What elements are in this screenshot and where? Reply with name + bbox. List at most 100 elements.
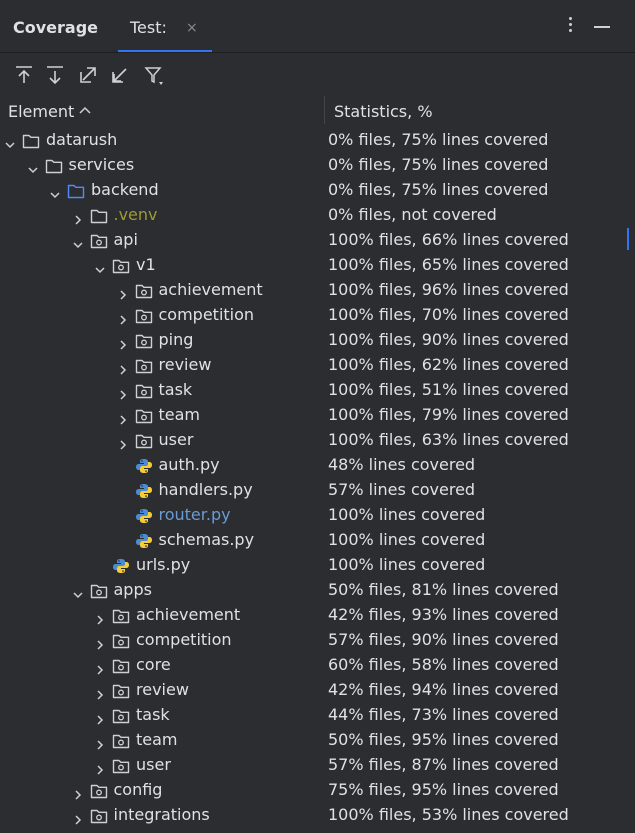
chevron-right-icon[interactable] (94, 708, 106, 725)
row-name: core (136, 655, 171, 674)
chevron-right-icon[interactable] (117, 283, 129, 300)
scrollbar-marker[interactable] (627, 228, 629, 250)
chevron-right-icon[interactable] (94, 608, 106, 625)
package-icon (112, 681, 130, 699)
more-options-icon[interactable] (562, 14, 578, 38)
row-statistics: 100% files, 53% lines covered (328, 805, 569, 824)
package-icon (135, 281, 153, 299)
tree-row-folder[interactable]: backend 0% files, 75% lines covered (0, 177, 635, 202)
package-icon (112, 756, 130, 774)
tree-row-folder[interactable]: apps 50% files, 81% lines covered (0, 577, 635, 602)
row-statistics: 75% files, 95% lines covered (328, 780, 559, 799)
tree-row-folder[interactable]: task 100% files, 51% lines covered (0, 377, 635, 402)
column-element[interactable]: Element (8, 102, 74, 121)
tree-row-folder[interactable]: user 100% files, 63% lines covered (0, 427, 635, 452)
tree-row-folder[interactable]: ping 100% files, 90% lines covered (0, 327, 635, 352)
chevron-right-icon[interactable] (94, 683, 106, 700)
row-statistics: 42% files, 94% lines covered (328, 680, 559, 699)
row-name: competition (136, 630, 232, 649)
chevron-right-icon[interactable] (117, 333, 129, 350)
row-statistics: 44% files, 73% lines covered (328, 705, 559, 724)
chevron-right-icon[interactable] (72, 208, 84, 225)
row-name: achievement (136, 605, 241, 624)
row-name: v1 (136, 255, 156, 274)
chevron-right-icon[interactable] (117, 308, 129, 325)
chevron-down-icon[interactable] (72, 233, 84, 249)
source-folder-icon (67, 181, 85, 199)
row-statistics: 100% lines covered (328, 530, 486, 549)
column-statistics[interactable]: Statistics, % (334, 102, 433, 121)
chevron-down-icon[interactable] (49, 183, 61, 199)
chevron-down-icon[interactable] (72, 583, 84, 599)
column-separator[interactable] (324, 96, 325, 124)
tree-row-file[interactable]: auth.py 48% lines covered (0, 452, 635, 477)
chevron-down-icon[interactable] (4, 133, 16, 149)
chevron-right-icon[interactable] (117, 408, 129, 425)
tree-row-folder[interactable]: review 100% files, 62% lines covered (0, 352, 635, 377)
row-name: review (158, 355, 212, 374)
row-statistics: 0% files, 75% lines covered (328, 130, 549, 149)
tree-row-folder[interactable]: services 0% files, 75% lines covered (0, 152, 635, 177)
tree-row-folder[interactable]: achievement 42% files, 93% lines covered (0, 602, 635, 627)
sort-ascending-icon[interactable] (78, 104, 92, 118)
collapse-icon[interactable] (109, 64, 131, 86)
tree-row-folder[interactable]: v1 100% files, 65% lines covered (0, 252, 635, 277)
toolbar (0, 52, 635, 96)
tree-row-folder[interactable]: .venv 0% files, not covered (0, 202, 635, 227)
tree-row-folder[interactable]: competition 57% files, 90% lines covered (0, 627, 635, 652)
tree-row-folder[interactable]: config 75% files, 95% lines covered (0, 777, 635, 802)
row-name: task (158, 380, 193, 399)
chevron-right-icon[interactable] (94, 758, 106, 775)
tree-row-file[interactable]: handlers.py 57% lines covered (0, 477, 635, 502)
chevron-right-icon[interactable] (117, 433, 129, 450)
tree-row-folder[interactable]: datarush 0% files, 75% lines covered (0, 127, 635, 152)
tree-row-folder[interactable]: task 44% files, 73% lines covered (0, 702, 635, 727)
chevron-down-icon[interactable] (27, 158, 39, 174)
chevron-right-icon[interactable] (94, 658, 106, 675)
row-statistics: 100% lines covered (328, 505, 486, 524)
tree-row-folder[interactable]: team 50% files, 95% lines covered (0, 727, 635, 752)
navigate-up-icon[interactable] (13, 64, 35, 86)
package-icon (112, 631, 130, 649)
close-tab-icon[interactable]: × (186, 20, 198, 36)
tree-row-file[interactable]: router.py 100% lines covered (0, 502, 635, 527)
tab-test[interactable]: Test: × (118, 0, 212, 52)
row-statistics: 100% files, 62% lines covered (328, 355, 569, 374)
tree-row-folder[interactable]: core 60% files, 58% lines covered (0, 652, 635, 677)
chevron-right-icon[interactable] (72, 783, 84, 800)
row-name: review (136, 680, 189, 699)
row-name: handlers.py (158, 480, 253, 499)
chevron-right-icon[interactable] (72, 808, 84, 825)
filter-icon[interactable] (143, 64, 165, 86)
package-icon (135, 431, 153, 449)
tree-row-file[interactable]: schemas.py 100% lines covered (0, 527, 635, 552)
expand-icon[interactable] (77, 64, 99, 86)
tree-row-folder[interactable]: review 42% files, 94% lines covered (0, 677, 635, 702)
package-icon (135, 306, 153, 324)
tree-row-folder[interactable]: integrations 100% files, 53% lines covere… (0, 802, 635, 827)
row-name: team (158, 405, 201, 424)
row-name: achievement (158, 280, 263, 299)
chevron-right-icon[interactable] (117, 383, 129, 400)
row-name: ping (158, 330, 194, 349)
tree-row-folder[interactable]: competition 100% files, 70% lines covered (0, 302, 635, 327)
row-statistics: 100% lines covered (328, 555, 486, 574)
chevron-down-icon[interactable] (94, 258, 106, 274)
chevron-right-icon[interactable] (117, 358, 129, 375)
tree-row-folder[interactable]: team 100% files, 79% lines covered (0, 402, 635, 427)
tree-row-folder[interactable]: api 100% files, 66% lines covered (0, 227, 635, 252)
navigate-down-icon[interactable] (44, 64, 66, 86)
row-statistics: 57% files, 90% lines covered (328, 630, 559, 649)
chevron-right-icon[interactable] (94, 633, 106, 650)
row-statistics: 42% files, 93% lines covered (328, 605, 559, 624)
tree-row-file[interactable]: urls.py 100% lines covered (0, 552, 635, 577)
tree-row-folder[interactable]: user 57% files, 87% lines covered (0, 752, 635, 777)
row-statistics: 100% files, 51% lines covered (328, 380, 569, 399)
tool-window-header: Coverage Test: × (0, 0, 635, 53)
row-name: .venv (113, 205, 158, 224)
minimize-icon[interactable] (594, 26, 610, 28)
chevron-right-icon[interactable] (94, 733, 106, 750)
row-statistics: 0% files, not covered (328, 205, 497, 224)
row-name: services (68, 155, 135, 174)
tree-row-folder[interactable]: achievement 100% files, 96% lines covered (0, 277, 635, 302)
